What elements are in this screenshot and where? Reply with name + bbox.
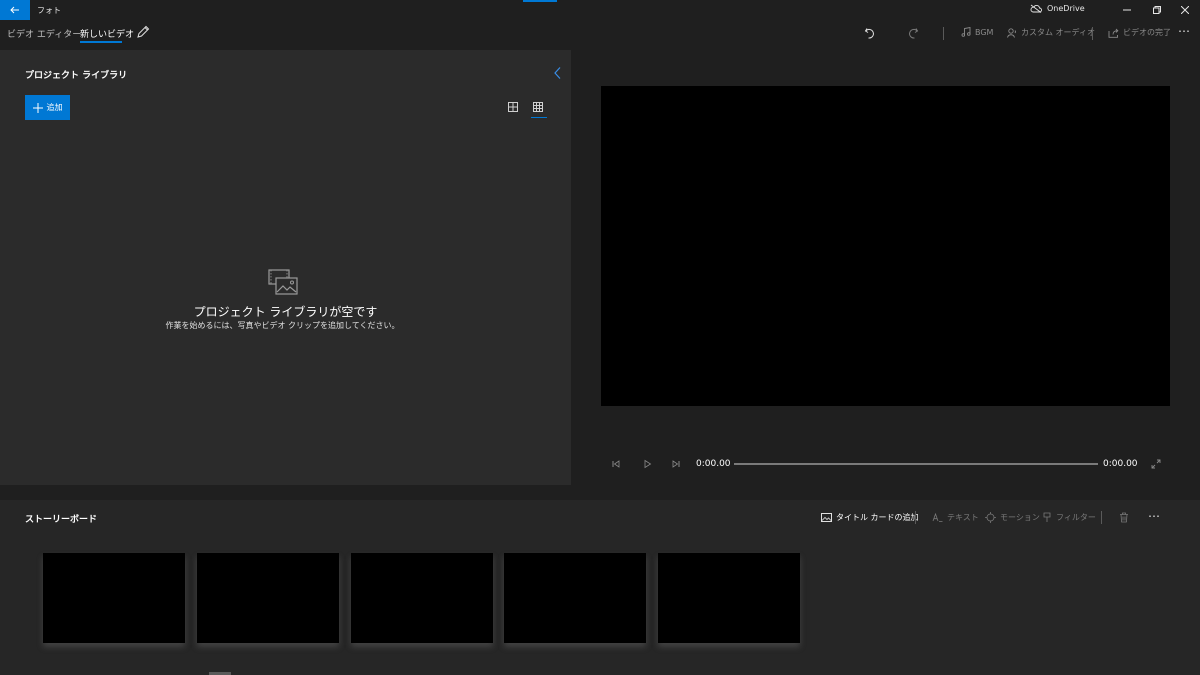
- title-bar: [0, 0, 1200, 20]
- back-button[interactable]: [0, 0, 30, 20]
- delete-button[interactable]: [1119, 512, 1129, 523]
- custom-audio-label: カスタム オーディオ: [1021, 28, 1095, 37]
- add-media-label: 追加: [46, 103, 63, 112]
- storyboard-more-button[interactable]: ⋯: [1148, 509, 1160, 523]
- video-preview[interactable]: [601, 86, 1170, 406]
- view-small-thumbnails-button[interactable]: [531, 100, 547, 116]
- bgm-label: BGM: [975, 27, 994, 37]
- grid-small-icon: [533, 102, 543, 112]
- finish-video-button[interactable]: ビデオの完了: [1108, 27, 1171, 38]
- storyboard-divider: [1101, 511, 1102, 524]
- add-title-card-button[interactable]: タイトル カードの追加: [821, 512, 919, 523]
- storyboard-slot[interactable]: [351, 553, 493, 643]
- cloud-off-icon: [1030, 4, 1042, 13]
- drag-indicator: [523, 0, 557, 2]
- step-back-button[interactable]: [609, 457, 623, 471]
- music-note-icon: [961, 27, 971, 37]
- chevron-left-icon: [554, 67, 561, 79]
- text-button[interactable]: テキスト: [932, 512, 979, 523]
- plus-icon: [32, 102, 43, 113]
- bgm-button[interactable]: BGM: [961, 27, 993, 37]
- trash-icon: [1120, 512, 1128, 523]
- pencil-icon: [137, 25, 150, 38]
- breadcrumb-underline: [80, 41, 122, 43]
- play-button[interactable]: [640, 457, 654, 471]
- toolbar-divider: [943, 27, 944, 40]
- undo-button[interactable]: [861, 24, 879, 42]
- minimize-button[interactable]: [1110, 0, 1144, 20]
- text-icon: [932, 513, 943, 522]
- breadcrumb-video-editor[interactable]: ビデオ エディター: [7, 27, 81, 40]
- app-title: フォト: [37, 6, 61, 15]
- storyboard-slot[interactable]: [504, 553, 646, 643]
- empty-library-title: プロジェクト ライブラリが空です: [193, 305, 378, 319]
- text-label: テキスト: [947, 513, 979, 522]
- total-time: 0:00.00: [1103, 459, 1138, 469]
- redo-icon: [909, 28, 919, 39]
- restore-icon: [1153, 6, 1161, 14]
- breadcrumb-current-project[interactable]: 新しいビデオ: [80, 27, 134, 40]
- finish-video-label: ビデオの完了: [1123, 28, 1171, 37]
- motion-button[interactable]: モーション: [985, 512, 1040, 523]
- fullscreen-icon: [1151, 459, 1161, 469]
- breadcrumb-separator: ›: [66, 26, 70, 37]
- project-library-title: プロジェクト ライブラリ: [25, 71, 128, 81]
- add-media-button[interactable]: 追加: [25, 95, 70, 120]
- step-forward-button[interactable]: [669, 457, 683, 471]
- photos-empty-icon: [267, 268, 299, 296]
- storyboard-title: ストーリーボード: [25, 515, 98, 525]
- step-back-icon: [612, 460, 620, 468]
- close-button[interactable]: [1168, 0, 1200, 20]
- audio-person-icon: [1007, 27, 1016, 38]
- motion-label: モーション: [1000, 513, 1040, 522]
- view-selected-indicator: [531, 117, 547, 118]
- collapse-library-button[interactable]: [552, 66, 566, 80]
- play-icon: [644, 459, 652, 469]
- arrow-left-icon: [10, 6, 19, 14]
- step-forward-icon: [672, 460, 680, 468]
- image-icon: [821, 513, 832, 522]
- rename-button[interactable]: [136, 25, 152, 41]
- undo-icon: [864, 28, 874, 39]
- filter-icon: [1043, 512, 1051, 522]
- close-icon: [1181, 6, 1189, 14]
- onedrive-label: OneDrive: [1047, 4, 1085, 13]
- storyboard-slot[interactable]: [658, 553, 800, 643]
- motion-icon: [985, 512, 996, 523]
- storyboard-divider: [915, 511, 916, 524]
- storyboard-slot[interactable]: [197, 553, 339, 643]
- toolbar-more-button[interactable]: ⋯: [1178, 24, 1190, 38]
- onedrive-status[interactable]: OneDrive: [1030, 4, 1085, 13]
- current-time: 0:00.00: [696, 459, 731, 469]
- toolbar-divider: [1092, 27, 1093, 40]
- redo-button[interactable]: [904, 24, 922, 42]
- minimize-icon: [1123, 9, 1131, 11]
- seek-bar[interactable]: [734, 463, 1098, 465]
- storyboard-slot[interactable]: [43, 553, 185, 643]
- filter-label: フィルター: [1056, 513, 1096, 522]
- filter-button[interactable]: フィルター: [1042, 512, 1096, 523]
- view-large-thumbnails-button[interactable]: [506, 100, 522, 116]
- share-icon: [1108, 28, 1119, 38]
- custom-audio-button[interactable]: カスタム オーディオ: [1007, 27, 1095, 38]
- grid-large-icon: [508, 102, 518, 112]
- fullscreen-button[interactable]: [1149, 457, 1163, 471]
- empty-library-subtitle: 作業を始めるには、写真やビデオ クリップを追加してください。: [165, 321, 400, 330]
- add-title-card-label: タイトル カードの追加: [836, 513, 919, 522]
